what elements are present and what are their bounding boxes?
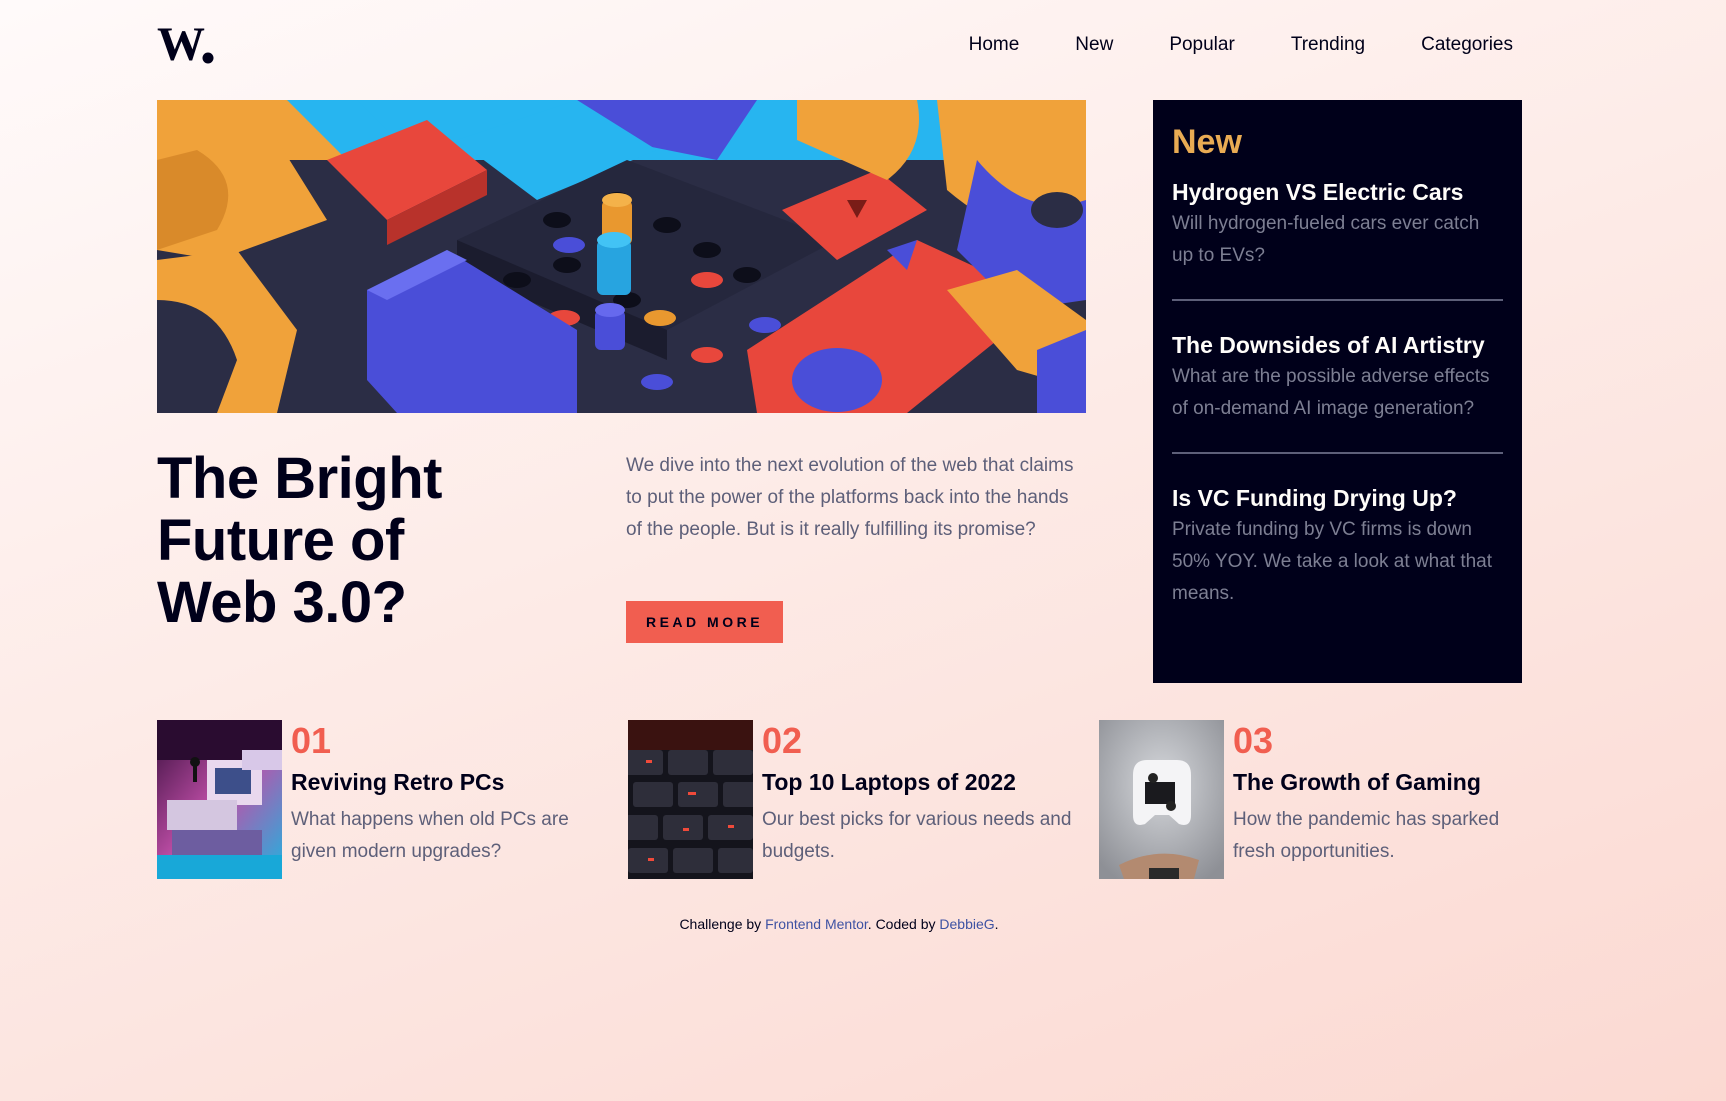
main-nav: Home New Popular Trending Categories [913,34,1513,56]
attribution-footer: Challenge by Frontend Mentor. Coded by D… [157,914,1521,934]
sidebar-item-title[interactable]: Hydrogen VS Electric Cars [1172,178,1503,206]
article-number: 03 [1233,720,1274,761]
sidebar-item-desc: What are the possible adverse effects of… [1172,366,1490,419]
hero-title: The Bright Future of Web 3.0? [157,448,597,634]
new-sidebar: New Hydrogen VS Electric Cars Will hydro… [1153,100,1522,683]
hero-title-line: Future of [157,508,404,573]
article-description: Our best picks for various needs and bud… [762,809,1072,862]
frontend-mentor-link[interactable]: Frontend Mentor [765,916,868,932]
logo[interactable]: W [157,18,215,71]
article-text: 01 Reviving Retro PCs What happens when … [291,720,601,868]
sidebar-item[interactable]: Hydrogen VS Electric Cars Will hydrogen-… [1172,178,1503,301]
sidebar-title: New [1172,123,1242,161]
sidebar-item[interactable]: Is VC Funding Drying Up? Private funding… [1172,484,1503,637]
sidebar-item-desc: Private funding by VC firms is down 50% … [1172,519,1493,604]
hero-title-line: Web 3.0? [157,570,407,635]
article-title[interactable]: Reviving Retro PCs [291,768,601,796]
article-thumbnail[interactable] [1099,720,1224,879]
nav-trending[interactable]: Trending [1291,34,1365,56]
read-more-button[interactable]: READ MORE [626,601,783,643]
article-description: How the pandemic has sparked fresh oppor… [1233,809,1500,862]
sidebar-item-title[interactable]: Is VC Funding Drying Up? [1172,484,1503,512]
nav-new[interactable]: New [1075,34,1113,56]
footer-text: . [994,916,999,932]
author-link[interactable]: DebbieG [939,916,994,932]
article-number: 01 [291,720,332,761]
hero-image [157,100,1086,413]
article-text: 02 Top 10 Laptops of 2022 Our best picks… [762,720,1072,868]
nav-home[interactable]: Home [969,34,1020,56]
article-number: 02 [762,720,803,761]
svg-text:W: W [157,22,205,66]
nav-popular[interactable]: Popular [1169,34,1235,56]
footer-text: . Coded by [867,916,940,932]
article-title[interactable]: The Growth of Gaming [1233,768,1543,796]
hero-title-line: The Bright [157,446,442,511]
article-title[interactable]: Top 10 Laptops of 2022 [762,768,1072,796]
footer-text: Challenge by [679,916,766,932]
article-thumbnail[interactable] [157,720,282,879]
hero-description: We dive into the next evolution of the w… [626,455,1074,540]
featured-articles: 01 Reviving Retro PCs What happens when … [157,720,1521,879]
sidebar-item[interactable]: The Downsides of AI Artistry What are th… [1172,331,1503,454]
article-text: 03 The Growth of Gaming How the pandemic… [1233,720,1543,868]
page: W Home New Popular Trending Categories T… [157,0,1522,1101]
article-description: What happens when old PCs are given mode… [291,809,569,862]
site-header: W Home New Popular Trending Categories [157,0,1521,95]
sidebar-item-title[interactable]: The Downsides of AI Artistry [1172,331,1503,359]
article-thumbnail[interactable] [628,720,753,879]
sidebar-item-desc: Will hydrogen-fueled cars ever catch up … [1172,213,1480,266]
nav-categories[interactable]: Categories [1421,34,1513,56]
